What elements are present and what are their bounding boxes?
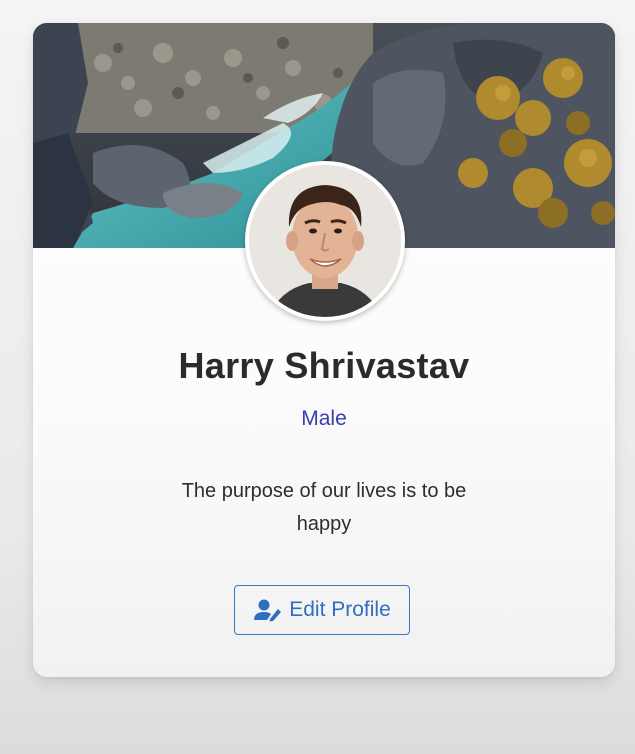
edit-profile-label: Edit Profile xyxy=(289,598,391,621)
profile-gender: Male xyxy=(301,407,347,430)
profile-name: Harry Shrivastav xyxy=(178,345,470,386)
edit-profile-button[interactable]: Edit Profile xyxy=(234,585,410,635)
profile-avatar xyxy=(245,161,405,321)
profile-bio: The purpose of our lives is to be happy xyxy=(181,480,467,535)
profile-card: Harry Shrivastav Male The purpose of our… xyxy=(33,23,615,677)
user-edit-icon xyxy=(253,598,283,622)
